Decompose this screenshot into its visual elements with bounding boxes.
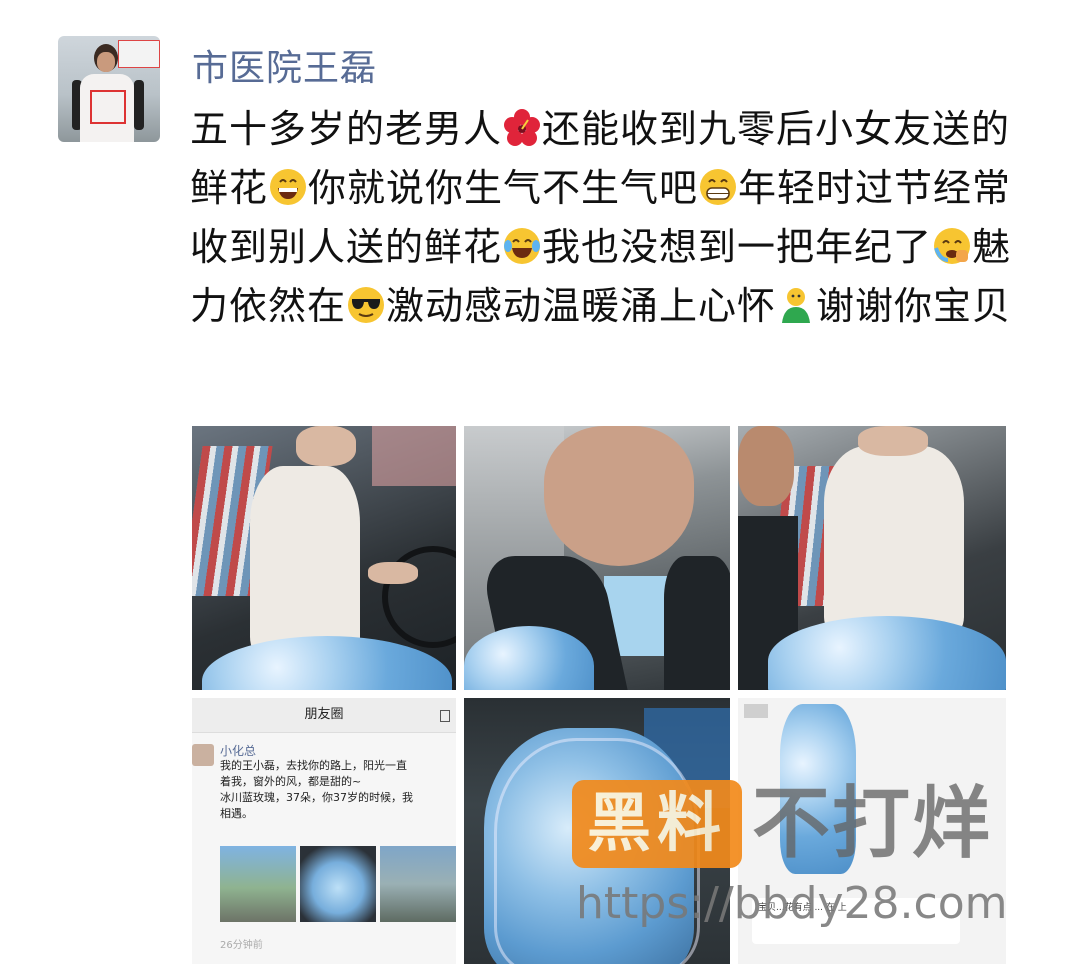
sad-tears-icon bbox=[934, 228, 971, 264]
moments-poster: 小化总 bbox=[220, 744, 257, 758]
photo-1[interactable] bbox=[192, 426, 456, 690]
moments-avatar bbox=[192, 744, 214, 766]
moments-time: 26分钟前 bbox=[220, 940, 263, 951]
post-text: 五十多岁的老男人 还能收到九零后小女友送的鲜花 你就说你生气不生气吧 年轻时过节经常收… bbox=[190, 100, 1040, 336]
author-name[interactable]: 市医院王磊 bbox=[192, 44, 377, 94]
watermark-text: 不打烊 bbox=[752, 779, 993, 869]
photo-4-moments-screenshot[interactable]: 朋友圈 小化总 我的王小磊，去找你的路上，阳光一直 着我，窗外的风，都是甜的~ … bbox=[192, 698, 456, 964]
post-segment: 五十多岁的老男人 bbox=[190, 107, 503, 151]
more-icon bbox=[440, 710, 450, 722]
author-avatar[interactable] bbox=[58, 36, 160, 142]
grin-teeth-icon bbox=[700, 169, 737, 205]
sunglasses-face-icon bbox=[348, 287, 385, 323]
moments-thumb-1 bbox=[220, 846, 296, 922]
post-segment: 我也没想到一把年纪了 bbox=[542, 225, 933, 269]
avatar-sign bbox=[118, 40, 160, 68]
green-figure-icon bbox=[782, 288, 811, 323]
watermark: 黑料 不打烊 bbox=[572, 780, 1012, 880]
moments-text: 我的王小磊，去找你的路上，阳光一直 着我，窗外的风，都是甜的~ 冰川蓝玫瑰，37… bbox=[220, 759, 413, 820]
moments-header: 朋友圈 bbox=[192, 698, 456, 733]
photo-2[interactable] bbox=[464, 426, 730, 690]
post-segment: 激动感动温暖涌上心怀 bbox=[386, 284, 777, 328]
laugh-tears-icon bbox=[504, 228, 541, 264]
moments-thumb-3 bbox=[380, 846, 456, 922]
post-segment: 谢谢你宝贝 bbox=[816, 284, 1012, 328]
post-segment: 你就说你生气不生气吧 bbox=[308, 166, 699, 210]
grinning-face-icon bbox=[270, 169, 307, 205]
photo-3[interactable] bbox=[738, 426, 1006, 690]
hibiscus-icon bbox=[504, 109, 541, 146]
watermark-url: https://bbdy28.com bbox=[576, 878, 1008, 929]
watermark-badge: 黑料 bbox=[572, 780, 742, 868]
moments-thumb-2 bbox=[300, 846, 376, 922]
